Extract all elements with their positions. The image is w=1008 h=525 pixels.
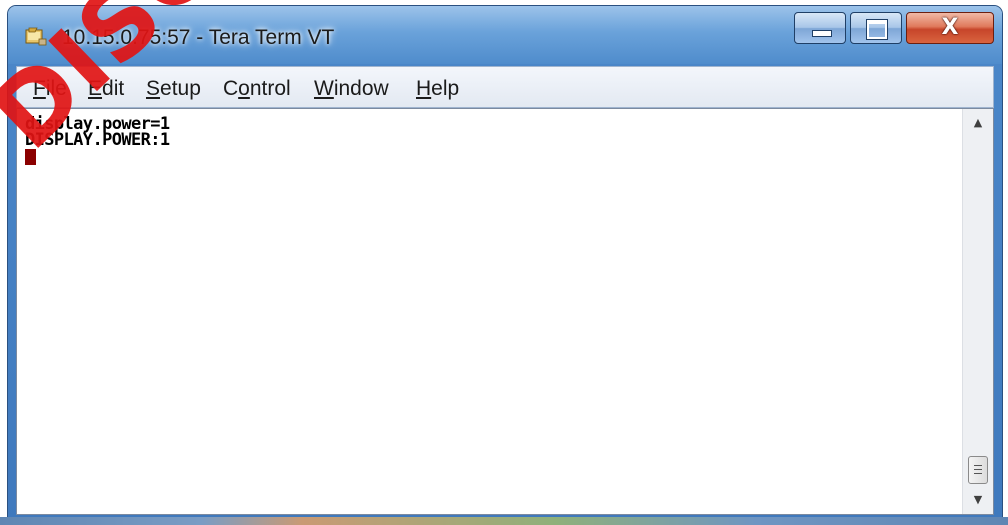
menu-file[interactable]: File [33,77,67,101]
taskbar-edge [0,517,1008,525]
scroll-up-arrow-icon[interactable]: ▲ [963,109,993,137]
minimize-button[interactable] [794,12,846,44]
menu-setup[interactable]: Setup [146,77,201,101]
menu-help[interactable]: Help [416,77,459,101]
maximize-icon [866,19,888,40]
tera-term-icon [25,27,47,46]
title-bar[interactable]: 10.15.0.75:57 - Tera Term VT X [8,6,1002,64]
close-button[interactable]: X [906,12,994,44]
thumb-grip-line [974,465,982,466]
menu-bar: File Edit Setup Control Window Help [16,66,994,108]
terminal-client-area: display.power=1 DISPLAY.POWER:1 ▲ ▼ [16,108,994,515]
maximize-button[interactable] [850,12,902,44]
tera-term-window: 10.15.0.75:57 - Tera Term VT X File Edit… [8,6,1002,525]
terminal-cursor [25,149,36,165]
vertical-scrollbar[interactable]: ▲ ▼ [962,109,993,514]
minimize-icon [812,30,832,37]
scroll-thumb[interactable] [968,456,988,484]
thumb-grip-line [974,469,982,470]
window-title: 10.15.0.75:57 - Tera Term VT [62,26,335,49]
close-icon: X [941,15,959,40]
thumb-grip-line [974,473,982,474]
terminal-output[interactable]: display.power=1 DISPLAY.POWER:1 [17,109,962,514]
menu-edit[interactable]: Edit [88,77,124,101]
menu-window[interactable]: Window [314,77,389,101]
scroll-down-arrow-icon[interactable]: ▼ [963,486,993,514]
terminal-line: DISPLAY.POWER:1 [25,130,170,150]
menu-control[interactable]: Control [223,77,291,101]
